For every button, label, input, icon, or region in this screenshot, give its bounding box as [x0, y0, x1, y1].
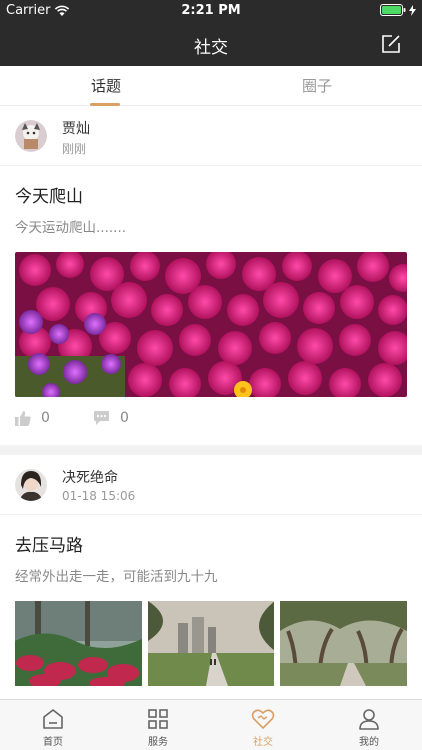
like-button[interactable]: 0	[15, 410, 50, 426]
page-title: 社交	[194, 38, 228, 58]
comment-icon	[94, 411, 109, 425]
bottom-tab-bar: 首页 服务 社交 我的	[0, 699, 422, 750]
post-header: 决死绝命 01-18 15:06	[0, 455, 422, 515]
tabbar-item-services[interactable]: 服务	[128, 700, 188, 750]
avatar[interactable]	[15, 120, 47, 152]
post-text: 经常外出走一走，可能活到九十九	[15, 569, 218, 585]
nav-bar: 社交	[0, 22, 422, 66]
tab-circles[interactable]: 圈子	[302, 75, 332, 96]
post-card[interactable]: 贾灿 刚刚 今天爬山 今天运动爬山....... 0 0	[0, 106, 422, 445]
post-time: 01-18 15:06	[62, 489, 136, 503]
like-count: 0	[41, 410, 50, 426]
post-image-grid	[15, 601, 408, 686]
post-image[interactable]	[280, 601, 408, 686]
post-image[interactable]	[15, 252, 407, 397]
edit-icon[interactable]	[380, 33, 402, 55]
tabbar-label: 我的	[359, 737, 379, 748]
author-name[interactable]: 决死绝命	[62, 467, 118, 487]
status-bar: Carrier 2:21 PM	[0, 0, 422, 22]
post-feed[interactable]: 贾灿 刚刚 今天爬山 今天运动爬山....... 0 0 决死绝命 01-18 …	[0, 106, 422, 699]
post-image[interactable]	[15, 601, 142, 686]
post-title[interactable]: 今天爬山	[15, 166, 407, 207]
tabbar-item-home[interactable]: 首页	[23, 700, 83, 750]
tabbar-item-social[interactable]: 社交	[233, 700, 293, 750]
post-actions: 0 0	[0, 397, 422, 445]
person-icon	[359, 709, 379, 730]
tabbar-label: 首页	[43, 737, 63, 748]
tabbar-label: 服务	[148, 737, 168, 748]
comment-button[interactable]: 0	[93, 410, 129, 426]
comment-count: 0	[120, 410, 129, 426]
post-actions: 1 2	[0, 686, 422, 699]
charging-icon	[409, 4, 416, 16]
post-card[interactable]: 决死绝命 01-18 15:06 去压马路 经常外出走一走，可能活到九十九	[0, 455, 422, 699]
thumbs-up-icon	[15, 411, 31, 426]
author-name[interactable]: 贾灿	[62, 118, 90, 138]
post-text: 今天运动爬山.......	[15, 220, 127, 236]
tab-topics[interactable]: 话题	[91, 75, 121, 96]
topic-tabs: 话题 圈子	[0, 66, 422, 106]
avatar[interactable]	[15, 469, 47, 501]
heart-icon	[251, 709, 275, 729]
home-icon	[43, 709, 63, 729]
post-image[interactable]	[147, 601, 275, 686]
tabbar-label: 社交	[253, 737, 273, 748]
battery-icon	[380, 4, 406, 16]
status-time: 2:21 PM	[181, 3, 241, 18]
post-title[interactable]: 去压马路	[15, 515, 407, 556]
battery-indicator	[380, 4, 416, 16]
tabbar-item-profile[interactable]: 我的	[339, 700, 399, 750]
grid-icon	[148, 709, 168, 729]
post-time: 刚刚	[62, 142, 87, 156]
post-header: 贾灿 刚刚	[0, 106, 422, 166]
